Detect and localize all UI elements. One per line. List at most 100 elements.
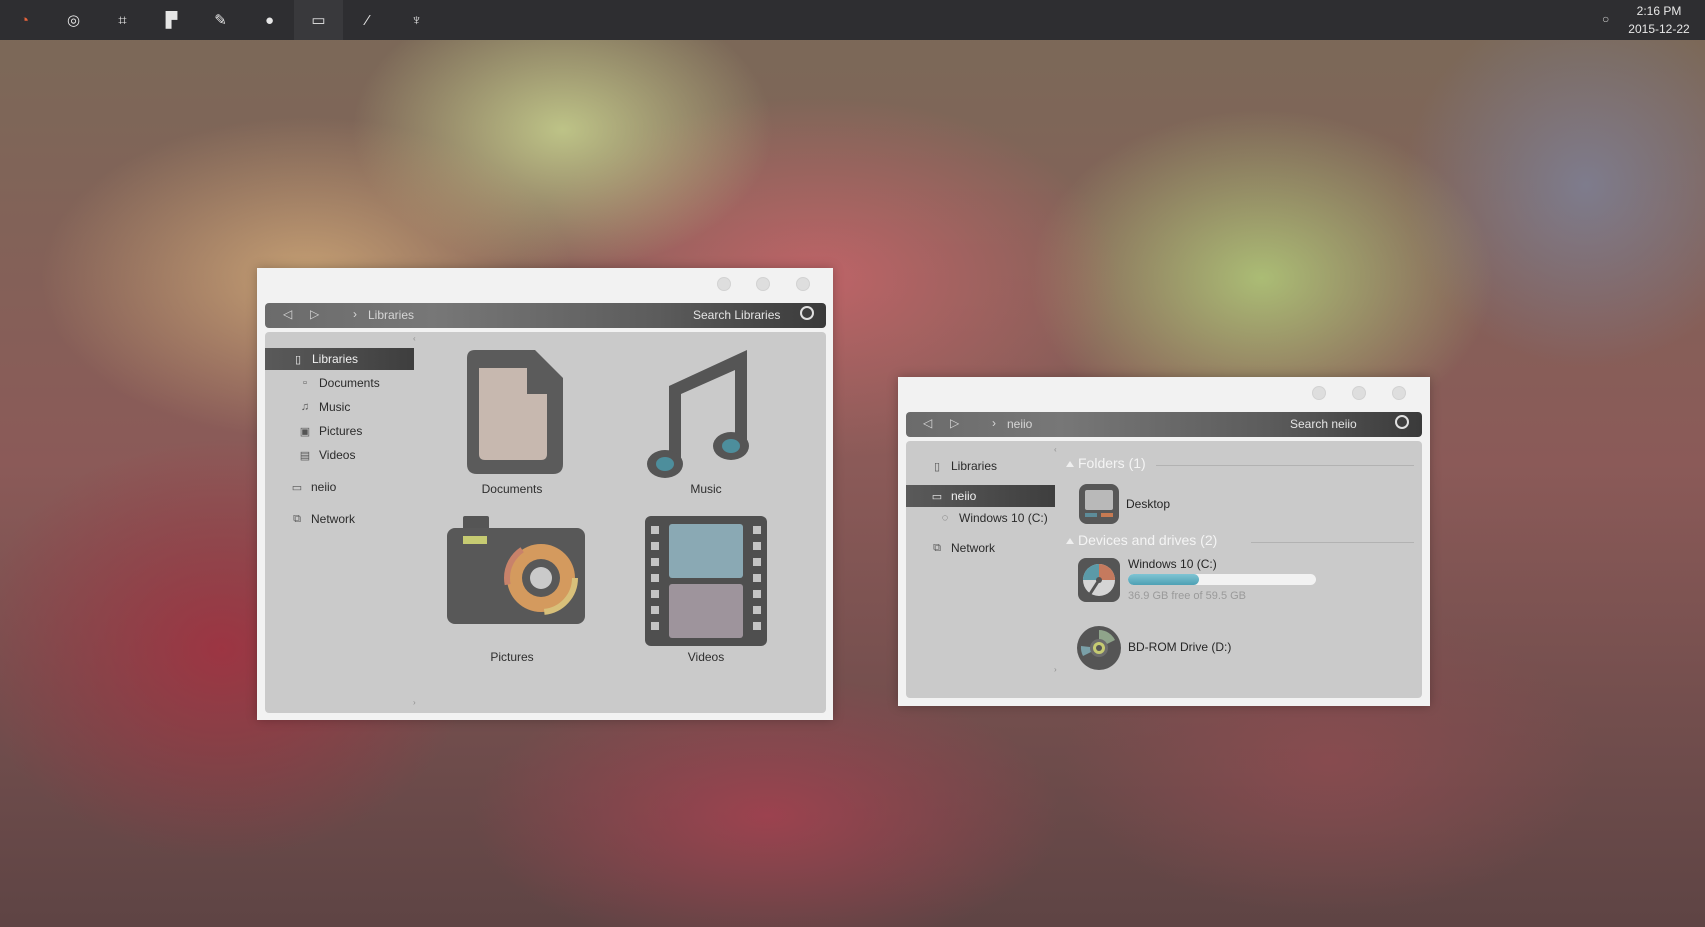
computer-window: ◁ ▷ › neiio Search neiio ▯ Libraries ▭ n… — [898, 377, 1430, 706]
color-wheel-icon[interactable]: ◔ — [0, 0, 49, 40]
hard-drive-icon — [1078, 558, 1120, 602]
document-icon — [467, 350, 563, 474]
search-icon[interactable] — [1395, 415, 1409, 429]
group-title-folders[interactable]: Folders (1) — [1078, 455, 1146, 471]
group-title-devices[interactable]: Devices and drives (2) — [1078, 532, 1217, 548]
sidebar-item-pictures[interactable]: ▣ Pictures — [298, 420, 363, 442]
maximize-button[interactable] — [1352, 386, 1366, 400]
breadcrumb-chevron-icon: › — [353, 307, 357, 321]
collapse-triangle-icon[interactable] — [1066, 461, 1074, 467]
library-pictures[interactable]: Pictures — [437, 516, 587, 666]
sidebar-item-libraries[interactable]: ▯ Libraries — [265, 348, 414, 370]
search-icon[interactable] — [800, 306, 814, 320]
scroll-down-arrow-icon[interactable]: › — [1054, 665, 1057, 674]
drive-usage-bar — [1128, 574, 1316, 585]
group-divider — [1156, 465, 1414, 466]
sidebar-item-label: Documents — [319, 376, 380, 390]
back-button[interactable]: ◁ — [283, 307, 292, 321]
maximize-button[interactable] — [756, 277, 770, 291]
computer-icon: ▭ — [931, 490, 943, 503]
optical-disc-icon — [1077, 626, 1121, 670]
scroll-up-arrow-icon[interactable]: ‹ — [1054, 445, 1057, 454]
close-button[interactable] — [796, 277, 810, 291]
drive-usage-fill — [1128, 574, 1200, 585]
drive-label: Windows 10 (C:) — [1128, 557, 1217, 571]
sidebar-item-label: neiio — [311, 480, 337, 494]
forward-button[interactable]: ▷ — [310, 307, 319, 321]
back-button[interactable]: ◁ — [923, 416, 932, 430]
libraries-window: ◁ ▷ › Libraries Search Libraries ▯ Libra… — [257, 268, 833, 720]
drive-free-space: 36.9 GB free of 59.5 GB — [1128, 590, 1247, 602]
sidebar-item-label: Pictures — [319, 424, 363, 438]
brush-icon[interactable]: ⁄ — [343, 0, 392, 40]
desktop-icon — [1079, 484, 1119, 524]
folder-item-desktop[interactable]: Desktop — [1078, 483, 1278, 527]
clock-date: 2015-12-22 — [1628, 22, 1690, 36]
group-divider — [1251, 542, 1414, 543]
breadcrumb-chevron-icon: › — [992, 416, 996, 430]
navigation-bar: ◁ ▷ › neiio Search neiio — [906, 412, 1422, 437]
library-documents[interactable]: Documents — [437, 346, 587, 496]
library-videos[interactable]: Videos — [631, 516, 781, 666]
sidebar-item-neiio[interactable]: ▭ neiio — [906, 485, 1055, 507]
hard-drive-icon: ◌ — [941, 512, 949, 524]
collapse-triangle-icon[interactable] — [1066, 538, 1074, 544]
drive-item-d[interactable]: BD-ROM Drive (D:) — [1076, 625, 1356, 673]
sidebar-item-music[interactable]: ♫ Music — [298, 396, 350, 418]
crop-icon[interactable]: ⌗ — [98, 0, 147, 40]
library-music[interactable]: Music — [631, 346, 781, 496]
taskbar: ◔ ◎ ⌗ ▛ ✎ ● ▭ ⁄ ♆ ○ 2:16 PM 2015-12-22 — [0, 0, 1705, 40]
camera-icon: ▣ — [299, 425, 311, 438]
clock-time: 2:16 PM — [1636, 4, 1682, 18]
computer-icon: ▭ — [291, 481, 303, 494]
book-icon: ▯ — [294, 353, 302, 366]
content-pane: ▯ Libraries ▭ neiio ◌ Windows 10 (C:) ⧉ … — [906, 441, 1422, 698]
scroll-up-arrow-icon[interactable]: ‹ — [413, 334, 416, 343]
breadcrumb[interactable]: neiio — [1007, 417, 1032, 431]
book-icon: ▯ — [933, 460, 941, 473]
sidebar-item-neiio[interactable]: ▭ neiio — [290, 476, 337, 498]
sidebar-item-label: Music — [319, 400, 351, 414]
chrome-icon[interactable]: ◎ — [49, 0, 98, 40]
navigation-bar: ◁ ▷ › Libraries Search Libraries — [265, 303, 826, 328]
minimize-button[interactable] — [717, 277, 731, 291]
tray-icon[interactable]: ○ — [1602, 12, 1609, 26]
search-input[interactable]: Search neiio — [1290, 417, 1357, 431]
forward-button[interactable]: ▷ — [950, 416, 959, 430]
library-label: Music — [690, 482, 722, 496]
sidebar-item-documents[interactable]: ▫ Documents — [298, 372, 380, 394]
network-icon: ⧉ — [293, 512, 301, 525]
sidebar-item-network[interactable]: ⧉ Network — [930, 537, 995, 559]
sidebar-item-videos[interactable]: ▤ Videos — [298, 444, 356, 466]
search-input[interactable]: Search Libraries — [693, 308, 780, 322]
sidebar-item-network[interactable]: ⧉ Network — [290, 508, 355, 530]
breadcrumb[interactable]: Libraries — [368, 308, 414, 322]
scroll-down-arrow-icon[interactable]: › — [413, 698, 416, 707]
gamepad-icon[interactable]: ♆ — [392, 0, 441, 40]
library-label: Videos — [687, 650, 725, 664]
music-note-icon — [647, 350, 749, 478]
feather-icon[interactable]: ✎ — [196, 0, 245, 40]
tiles-icon[interactable]: ▛ — [147, 0, 196, 40]
clock[interactable]: 2:16 PM 2015-12-22 — [1620, 2, 1698, 38]
close-button[interactable] — [1392, 386, 1406, 400]
minimize-button[interactable] — [1312, 386, 1326, 400]
sidebar-item-label: Network — [311, 512, 356, 526]
sidebar-item-label: neiio — [951, 489, 977, 503]
music-note-icon: ♫ — [300, 401, 310, 413]
film-icon — [645, 516, 767, 646]
disc-icon[interactable]: ● — [245, 0, 294, 40]
folder-label: Desktop — [1126, 497, 1171, 511]
camera-icon — [447, 516, 585, 624]
monitor-icon[interactable]: ▭ — [294, 0, 343, 40]
drive-label: BD-ROM Drive (D:) — [1128, 640, 1232, 654]
sidebar-item-libraries[interactable]: ▯ Libraries — [930, 455, 997, 477]
network-icon: ⧉ — [933, 541, 941, 554]
sidebar-item-label: Libraries — [312, 352, 359, 366]
sidebar-item-label: Windows 10 (C:) — [959, 511, 1048, 525]
library-label: Documents — [481, 482, 543, 496]
sidebar-item-label: Libraries — [951, 459, 998, 473]
drive-item-c[interactable]: Windows 10 (C:) 36.9 GB free of 59.5 GB — [1076, 556, 1356, 606]
sidebar-item-windows-drive[interactable]: ◌ Windows 10 (C:) — [938, 507, 1048, 529]
film-icon: ▤ — [299, 449, 311, 462]
